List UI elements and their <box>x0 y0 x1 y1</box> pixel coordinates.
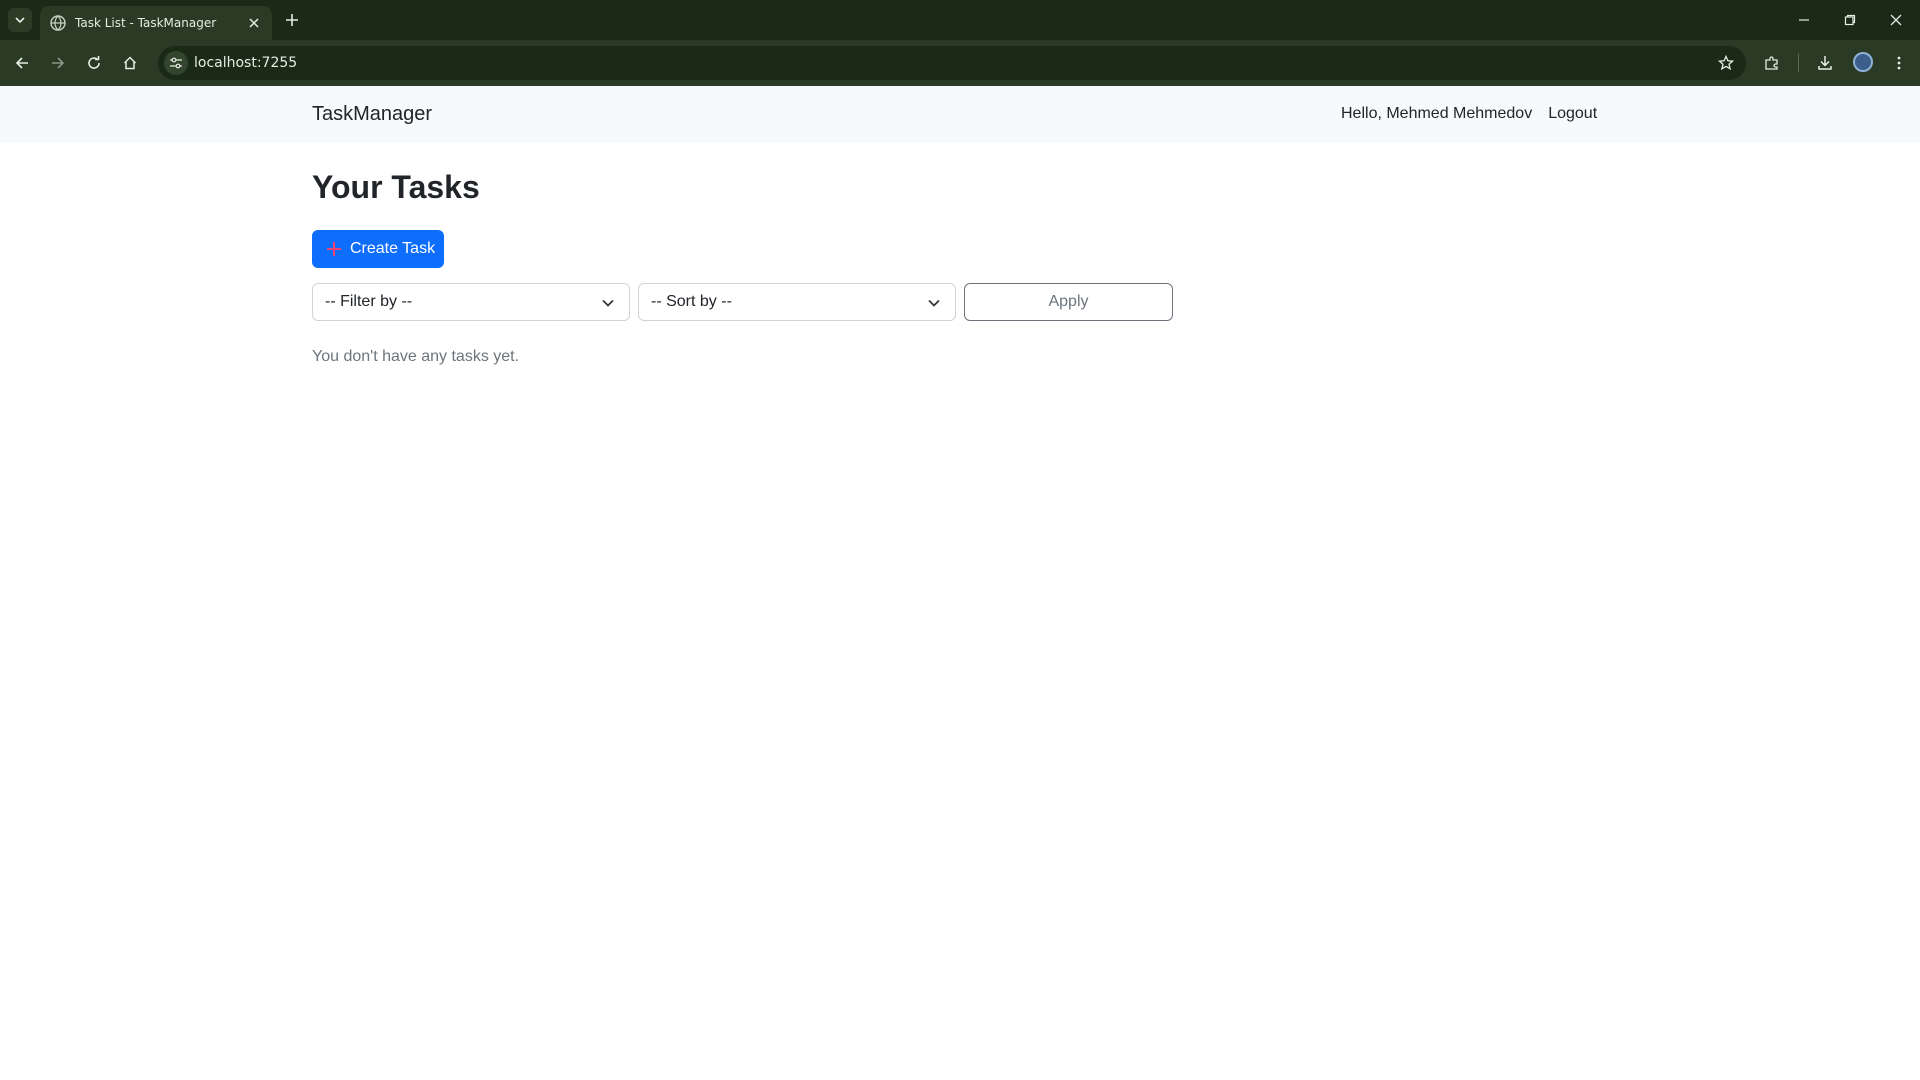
bookmark-star-button[interactable] <box>1716 53 1736 73</box>
browser-tab-active[interactable]: Task List - TaskManager <box>40 6 272 40</box>
close-icon <box>1890 14 1902 26</box>
create-task-label: Create Task <box>350 240 436 257</box>
puzzle-icon <box>1765 56 1778 70</box>
empty-tasks-message: You don't have any tasks yet. <box>312 348 520 365</box>
plus-icon <box>286 14 298 26</box>
home-icon <box>123 56 137 70</box>
minimize-button[interactable] <box>1794 10 1814 30</box>
apply-button[interactable]: Apply <box>964 283 1173 321</box>
arrow-left-icon <box>15 57 28 69</box>
chevron-down-icon <box>15 17 25 24</box>
tab-search-button[interactable] <box>8 8 32 32</box>
browser-tabstrip: Task List - TaskManager <box>0 0 1920 40</box>
download-icon <box>1818 56 1832 70</box>
extensions-button[interactable] <box>1761 52 1783 74</box>
close-window-button[interactable] <box>1886 10 1906 30</box>
site-info-button[interactable] <box>164 51 188 75</box>
tab-title: Task List - TaskManager <box>75 16 217 30</box>
user-greeting-link[interactable]: Hello, Mehmed Mehmedov <box>1341 105 1532 123</box>
site-navbar: TaskManager Hello, Mehmed Mehmedov Logou… <box>0 86 1920 143</box>
create-task-button[interactable]: Create Task <box>312 230 444 268</box>
filter-select-value: -- Filter by -- <box>325 293 413 310</box>
restore-icon <box>1844 14 1856 26</box>
more-vertical-icon <box>1897 56 1901 70</box>
tune-icon <box>170 57 182 69</box>
plus-icon <box>326 241 342 257</box>
browser-toolbar: localhost:7255 <box>0 40 1920 86</box>
chevron-down-icon <box>928 299 940 307</box>
home-button[interactable] <box>118 51 142 75</box>
forward-button[interactable] <box>46 51 70 75</box>
web-page: TaskManager Hello, Mehmed Mehmedov Logou… <box>0 86 1920 1080</box>
restore-button[interactable] <box>1840 10 1860 30</box>
arrow-right-icon <box>52 57 65 69</box>
profile-avatar[interactable] <box>1853 52 1873 72</box>
reload-button[interactable] <box>82 51 106 75</box>
reload-icon <box>88 56 100 69</box>
tab-close-icon[interactable] <box>246 15 262 31</box>
star-icon <box>1718 55 1734 71</box>
back-button[interactable] <box>10 51 34 75</box>
logout-link[interactable]: Logout <box>1548 105 1597 123</box>
chevron-down-icon <box>602 299 614 307</box>
new-tab-button[interactable] <box>282 10 302 30</box>
downloads-button[interactable] <box>1814 52 1836 74</box>
url-text: localhost:7255 <box>194 55 298 71</box>
browser-menu-button[interactable] <box>1888 52 1910 74</box>
address-bar[interactable]: localhost:7255 <box>158 46 1746 80</box>
toolbar-separator <box>1798 54 1799 72</box>
minimize-icon <box>1799 19 1809 21</box>
sort-select[interactable]: -- Sort by -- <box>638 283 956 321</box>
globe-icon <box>50 15 66 31</box>
brand-link[interactable]: TaskManager <box>312 103 432 126</box>
filter-select[interactable]: -- Filter by -- <box>312 283 630 321</box>
navbar-user-area: Hello, Mehmed Mehmedov Logout <box>1341 105 1597 123</box>
page-title: Your Tasks <box>312 169 480 205</box>
sort-select-value: -- Sort by -- <box>651 293 732 310</box>
